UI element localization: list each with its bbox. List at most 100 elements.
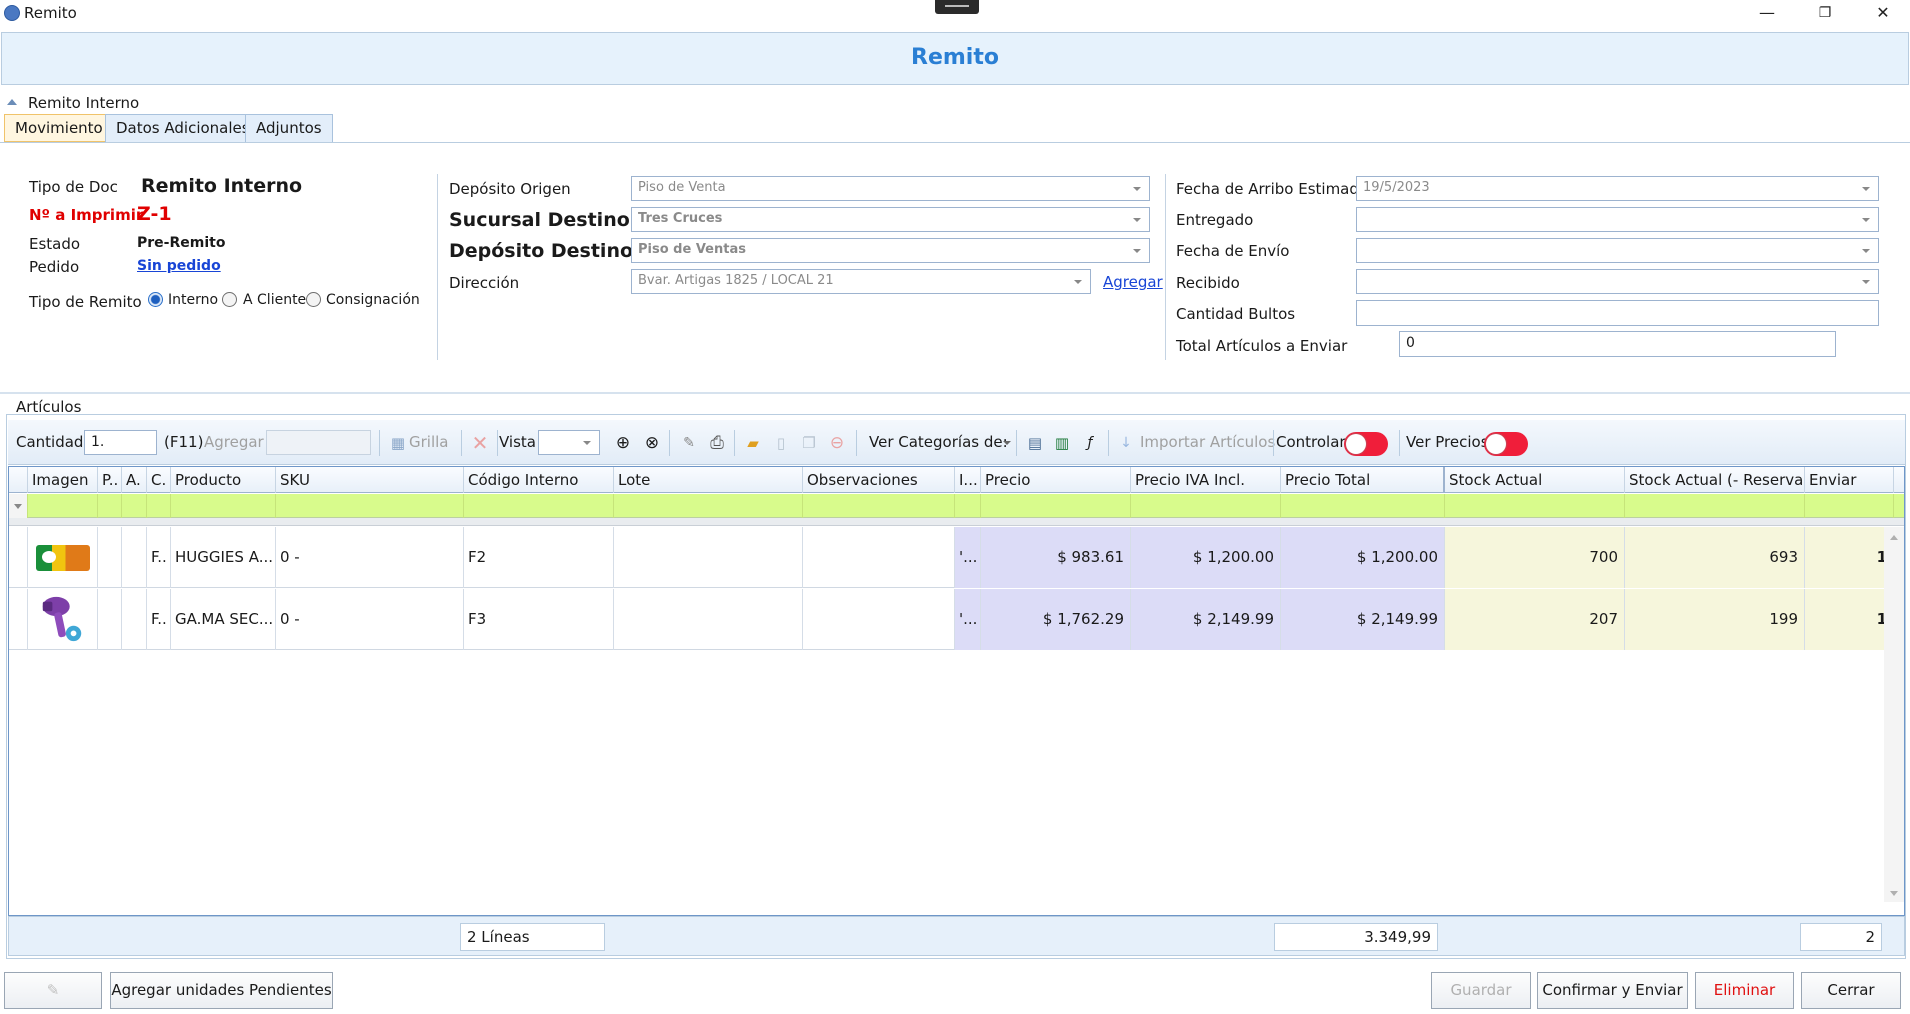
pedido-link[interactable]: Sin pedido — [137, 258, 221, 274]
eliminar-button[interactable]: Eliminar — [1695, 972, 1794, 1009]
folder-icon[interactable]: ▰ — [742, 432, 764, 454]
scroll-down-icon[interactable] — [1890, 891, 1898, 896]
lote-cell[interactable] — [614, 589, 803, 650]
guardar-button[interactable]: Guardar — [1431, 972, 1531, 1009]
collapse-arrow-icon[interactable] — [7, 99, 17, 105]
col-sku[interactable]: SKU — [276, 467, 464, 493]
stock-cell: 700 — [1445, 527, 1625, 588]
document-icon[interactable]: ▯ — [770, 432, 792, 454]
minimize-button[interactable]: — — [1744, 0, 1790, 28]
table-row[interactable]: F.. GA.MA SEC... 0 - F3 '... $ 1,762.29 … — [9, 589, 1894, 650]
col-imagen[interactable]: Imagen — [28, 467, 98, 493]
sucursal-destino-select[interactable]: Tres Cruces — [631, 207, 1150, 232]
lineas-count: 2 Líneas — [460, 923, 605, 951]
tab-movimiento[interactable]: Movimiento — [4, 114, 114, 143]
agregar-input[interactable] — [266, 430, 371, 455]
eraser-button[interactable]: ✎ — [4, 972, 102, 1009]
col-c[interactable]: C. — [147, 467, 171, 493]
filter-icon[interactable] — [14, 504, 22, 509]
vista-select[interactable] — [538, 430, 600, 455]
agregar-pendientes-button[interactable]: Agregar unidades Pendientes — [110, 972, 333, 1009]
remove-icon[interactable]: ⊖ — [826, 432, 848, 454]
importar-articulos-button[interactable]: Importar Artículos — [1140, 420, 1275, 465]
col-stock-actual[interactable]: Stock Actual — [1445, 467, 1625, 493]
grid-header: Imagen P.. A. C. Producto SKU Código Int… — [9, 467, 1904, 493]
zoom-reset-icon[interactable]: ⊗ — [641, 432, 663, 454]
agregar-direccion-link[interactable]: Agregar — [1103, 273, 1163, 291]
col-i[interactable]: I... — [955, 467, 981, 493]
enviar-cell[interactable]: 1 — [1805, 589, 1894, 650]
entregado-select[interactable] — [1356, 207, 1879, 232]
window-title: Remito — [24, 4, 77, 22]
ver-categorias-dropdown[interactable]: Ver Categorías de: — [869, 420, 1008, 465]
col-p[interactable]: P.. — [98, 467, 122, 493]
col-precio-iva[interactable]: Precio IVA Incl. — [1131, 467, 1281, 493]
col-codigo-interno[interactable]: Código Interno — [464, 467, 614, 493]
grid-icon[interactable]: ▦ — [387, 432, 409, 454]
col-observaciones[interactable]: Observaciones — [803, 467, 955, 493]
col-precio-total[interactable]: Precio Total — [1281, 467, 1445, 493]
confirmar-enviar-button[interactable]: Confirmar y Enviar — [1537, 972, 1688, 1009]
radio-a-cliente-label[interactable]: A Cliente — [243, 292, 306, 308]
chevron-down-icon[interactable] — [1003, 441, 1011, 445]
col-stock-reservas[interactable]: Stock Actual (- Reservas) — [1625, 467, 1805, 493]
drag-handle[interactable] — [935, 0, 979, 14]
col-lote[interactable]: Lote — [614, 467, 803, 493]
table-row[interactable]: F.. HUGGIES A... 0 - F2 '... $ 983.61 $ … — [9, 527, 1894, 588]
restore-button[interactable]: ❐ — [1802, 0, 1848, 28]
tab-adjuntos[interactable]: Adjuntos — [245, 114, 333, 143]
total-articulos-input[interactable]: 0 — [1399, 331, 1836, 357]
estado-value: Pre-Remito — [137, 235, 226, 251]
cantidad-input[interactable]: 1. — [84, 430, 157, 455]
col-producto[interactable]: Producto — [171, 467, 276, 493]
column-divider — [437, 174, 438, 360]
tab-datos-adicionales[interactable]: Datos Adicionales — [105, 114, 261, 143]
recibido-select[interactable] — [1356, 269, 1879, 294]
zoom-in-icon[interactable]: ⊕ — [612, 432, 634, 454]
close-button[interactable]: ✕ — [1860, 0, 1906, 28]
eraser-icon[interactable]: ✎ — [678, 432, 700, 454]
cantidad-bultos-input[interactable] — [1356, 300, 1879, 326]
direccion-select[interactable]: Bvar. Artigas 1825 / LOCAL 21 — [631, 269, 1091, 294]
tipo-doc-value: Remito Interno — [141, 175, 303, 197]
radio-consignacion-label[interactable]: Consignación — [326, 292, 420, 308]
filter-row[interactable] — [9, 494, 1904, 518]
vertical-scrollbar[interactable] — [1884, 527, 1904, 902]
delete-icon[interactable]: ✕ — [469, 432, 491, 454]
radio-consignacion[interactable] — [306, 292, 321, 307]
col-precio[interactable]: Precio — [981, 467, 1131, 493]
observaciones-cell[interactable] — [803, 527, 955, 588]
copy-icon[interactable]: ❐ — [798, 432, 820, 454]
cantidad-label: Cantidad — [16, 433, 84, 451]
col-enviar[interactable]: Enviar — [1805, 467, 1894, 493]
cerrar-button[interactable]: Cerrar — [1801, 972, 1901, 1009]
grilla-button[interactable]: Grilla — [409, 420, 449, 465]
nro-imprimir-label: Nº a Imprimir — [29, 206, 144, 224]
fecha-arribo-select[interactable]: 19/5/2023 — [1356, 176, 1879, 201]
recibido-label: Recibido — [1176, 274, 1240, 292]
radio-interno-label[interactable]: Interno — [168, 292, 218, 308]
formula-icon[interactable]: ƒ — [1079, 432, 1101, 454]
deposito-destino-label: Depósito Destino — [449, 240, 634, 262]
precio-iva-cell: $ 2,149.99 — [1131, 589, 1281, 650]
fecha-envio-select[interactable] — [1356, 238, 1879, 263]
col-a[interactable]: A. — [122, 467, 147, 493]
stock-reservas-cell: 693 — [1625, 527, 1805, 588]
enviar-cell[interactable]: 1 — [1805, 527, 1894, 588]
radio-interno[interactable] — [148, 292, 163, 307]
pdf-icon[interactable]: ▤ — [1024, 432, 1046, 454]
entregado-label: Entregado — [1176, 211, 1254, 229]
import-arrow-icon[interactable]: ↓ — [1115, 432, 1137, 454]
print-icon[interactable]: ⎙ — [706, 432, 728, 454]
scroll-up-icon[interactable] — [1890, 535, 1898, 540]
lote-cell[interactable] — [614, 527, 803, 588]
f11-hint: (F11) — [164, 433, 204, 451]
excel-icon[interactable]: ▥ — [1051, 432, 1073, 454]
deposito-origen-select[interactable]: Piso de Venta — [631, 176, 1150, 201]
ver-precios-toggle[interactable] — [1484, 432, 1528, 456]
deposito-destino-select[interactable]: Piso de Ventas — [631, 238, 1150, 263]
controlar-toggle[interactable] — [1344, 432, 1388, 456]
observaciones-cell[interactable] — [803, 589, 955, 650]
radio-a-cliente[interactable] — [222, 292, 237, 307]
fecha-arribo-label: Fecha de Arribo Estimada — [1176, 180, 1369, 198]
